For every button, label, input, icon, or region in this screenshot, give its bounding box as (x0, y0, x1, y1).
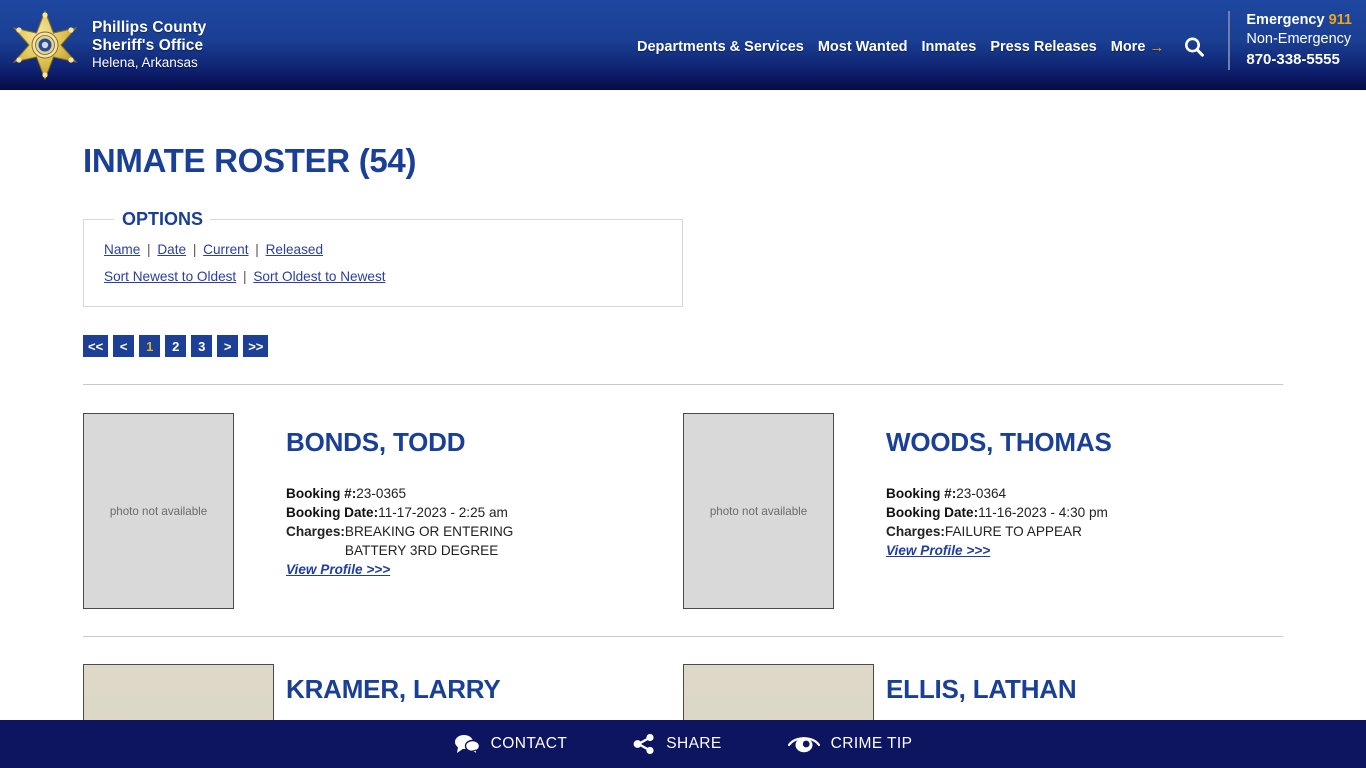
nav-item-more[interactable]: More → (1104, 39, 1167, 55)
emergency-label: Emergency (1246, 12, 1325, 28)
pagination-prev[interactable]: < (113, 335, 135, 357)
page-title: INMATE ROSTER (54) (83, 142, 417, 179)
nav-item-most-wanted[interactable]: Most Wanted (811, 39, 915, 55)
inmate-photo-placeholder[interactable]: photo not available (683, 413, 834, 609)
share-nodes-icon (633, 733, 655, 755)
photo-not-available-label: photo not available (109, 504, 208, 518)
nav-item-more-label: More (1110, 39, 1146, 55)
booking-number-label: Booking #: (886, 486, 957, 501)
charges-values: BREAKING OR ENTERING BATTERY 3RD DEGREE (345, 522, 513, 560)
charge-item: FAILURE TO APPEAR (944, 524, 1082, 539)
charges-label: Charges: (886, 524, 945, 539)
eye-icon (787, 734, 820, 754)
booking-number-row: Booking #:23-0365 (286, 484, 513, 503)
pagination-first[interactable]: << (83, 335, 109, 357)
inmate-name[interactable]: WOODS, THOMAS (886, 427, 1112, 458)
booking-number-label: Booking #: (286, 486, 357, 501)
option-link-current[interactable]: Current (203, 242, 248, 257)
booking-number-value: 23-0364 (956, 486, 1007, 501)
nav-item-departments-services[interactable]: Departments & Services (630, 39, 811, 55)
site-header: Phillips County Sheriff's Office Helena,… (0, 0, 1366, 90)
inmate-details: WOODS, THOMAS Booking #:23-0364 Booking … (886, 413, 1112, 609)
nav-item-inmates[interactable]: Inmates (915, 39, 984, 55)
option-separator: | (147, 242, 151, 257)
main-navigation: Departments & Services Most Wanted Inmat… (630, 33, 1208, 61)
inmate-name[interactable]: BONDS, TODD (286, 427, 513, 458)
inmate-fields: Booking #:23-0364 Booking Date:11-16-202… (886, 484, 1112, 560)
footer-action-bar: CONTACT SHARE CRIME TIP (0, 720, 1366, 768)
brand-line-county: Phillips County (92, 18, 207, 36)
options-row-sorts: Sort Newest to Oldest | Sort Oldest to N… (104, 263, 682, 290)
pagination-next[interactable]: > (217, 335, 239, 357)
footer-crime-tip-label: CRIME TIP (830, 735, 913, 752)
emergency-info: Emergency 911 Non-Emergency 870-338-5555 (1228, 11, 1352, 70)
search-icon[interactable] (1180, 33, 1208, 61)
inmate-photo-placeholder[interactable]: photo not available (83, 413, 234, 609)
non-emergency-number[interactable]: 870-338-5555 (1246, 50, 1352, 70)
pagination: << < 1 2 3 > >> (83, 335, 1283, 357)
booking-date-label: Booking Date: (886, 505, 979, 520)
footer-share-button[interactable]: SHARE (633, 733, 721, 755)
charges-values: FAILURE TO APPEAR (945, 522, 1082, 541)
brand-line-office: Sheriff's Office (92, 37, 204, 55)
brand-line-city: Helena, Arkansas (92, 55, 198, 71)
booking-number-row: Booking #:23-0364 (886, 484, 1112, 503)
emergency-row: Emergency 911 (1246, 11, 1352, 30)
booking-date-value: 11-17-2023 - 2:25 am (378, 505, 508, 520)
option-link-sort-newest-to-oldest[interactable]: Sort Newest to Oldest (104, 269, 236, 284)
nav-item-press-releases[interactable]: Press Releases (983, 39, 1103, 55)
option-link-released[interactable]: Released (266, 242, 323, 257)
inmate-card: photo not available WOODS, THOMAS Bookin… (683, 413, 1283, 609)
option-separator: | (255, 242, 259, 257)
options-panel: OPTIONS Name | Date | Current | Released… (83, 209, 683, 307)
option-link-date[interactable]: Date (157, 242, 186, 257)
footer-contact-label: CONTACT (490, 735, 568, 752)
chat-bubbles-icon (454, 734, 480, 754)
booking-date-row: Booking Date:11-16-2023 - 4:30 pm (886, 503, 1112, 522)
pagination-page-3[interactable]: 3 (191, 335, 213, 357)
option-link-name[interactable]: Name (104, 242, 140, 257)
charge-item: BATTERY 3RD DEGREE (344, 543, 499, 558)
inmate-details: BONDS, TODD Booking #:23-0365 Booking Da… (286, 413, 513, 609)
options-row-filters: Name | Date | Current | Released (104, 236, 682, 263)
options-legend: OPTIONS (122, 209, 204, 229)
inmate-row: photo not available BONDS, TODD Booking … (83, 413, 1283, 609)
option-separator: | (243, 269, 247, 284)
option-link-sort-oldest-to-newest[interactable]: Sort Oldest to Newest (253, 269, 385, 284)
photo-not-available-label: photo not available (709, 504, 808, 518)
view-profile-link[interactable]: View Profile >>> (286, 560, 390, 579)
inmate-name[interactable]: ELLIS, LATHAN (886, 674, 1077, 705)
view-profile-link[interactable]: View Profile >>> (886, 541, 990, 560)
non-emergency-label: Non-Emergency (1246, 31, 1352, 48)
inmate-fields: Booking #:23-0365 Booking Date:11-17-202… (286, 484, 513, 579)
charges-row: Charges: BREAKING OR ENTERING BATTERY 3R… (286, 522, 513, 560)
brand-block[interactable]: Phillips County Sheriff's Office Helena,… (0, 8, 206, 82)
charge-item: BREAKING OR ENTERING (344, 524, 514, 539)
booking-number-value: 23-0365 (356, 486, 407, 501)
option-separator: | (192, 242, 197, 257)
pagination-page-2[interactable]: 2 (165, 335, 187, 357)
booking-date-row: Booking Date:11-17-2023 - 2:25 am (286, 503, 513, 522)
pagination-last[interactable]: >> (243, 335, 269, 357)
arrow-right-icon: → (1149, 38, 1165, 56)
section-divider (83, 384, 1283, 385)
charges-row: Charges: FAILURE TO APPEAR (886, 522, 1112, 541)
booking-date-label: Booking Date: (286, 505, 379, 520)
brand-text: Phillips County Sheriff's Office Helena,… (92, 19, 206, 71)
main-content: INMATE ROSTER (54) OPTIONS Name | Date |… (0, 142, 1366, 768)
footer-contact-button[interactable]: CONTACT (454, 734, 568, 754)
inmate-name[interactable]: KRAMER, LARRY (286, 674, 501, 705)
footer-crime-tip-button[interactable]: CRIME TIP (787, 734, 913, 754)
booking-date-value: 11-16-2023 - 4:30 pm (978, 505, 1108, 520)
emergency-number: 911 (1328, 12, 1352, 28)
inmate-card: photo not available BONDS, TODD Booking … (83, 413, 683, 609)
charges-label: Charges: (286, 524, 345, 539)
pagination-page-1[interactable]: 1 (139, 335, 161, 357)
section-divider (83, 636, 1283, 637)
footer-share-label: SHARE (666, 735, 722, 752)
sheriff-star-badge-icon (8, 8, 82, 82)
